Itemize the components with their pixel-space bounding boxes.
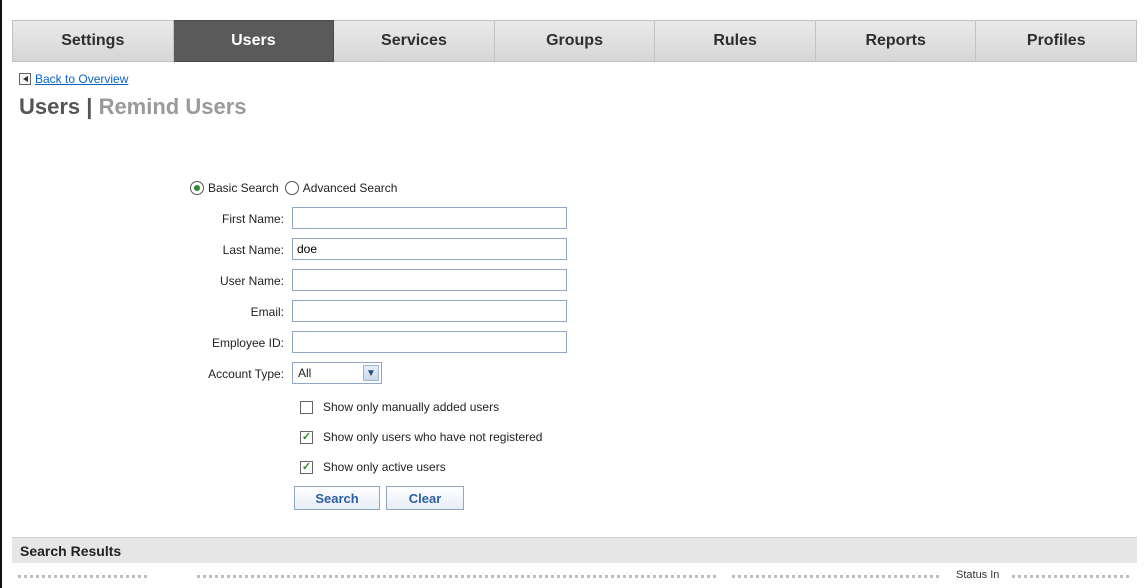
not-registered-label[interactable]: Show only users who have not registered — [323, 430, 542, 444]
blurred-column-header — [732, 575, 942, 578]
status-column-header[interactable]: Status In — [956, 569, 999, 581]
advanced-search-radio[interactable] — [284, 181, 299, 195]
page-title-sub: Remind Users — [98, 94, 247, 119]
page-title: Users | Remind Users — [19, 94, 247, 120]
blurred-column-header — [1012, 575, 1132, 578]
email-input[interactable] — [292, 300, 567, 322]
last-name-input[interactable] — [292, 238, 567, 260]
tab-profiles[interactable]: Profiles — [976, 20, 1138, 62]
search-results-header: Search Results — [12, 537, 1137, 563]
left-border — [0, 0, 2, 588]
tab-groups[interactable]: Groups — [494, 20, 656, 62]
first-name-input[interactable] — [292, 207, 567, 229]
basic-search-radio[interactable] — [190, 181, 204, 195]
email-label: Email: — [250, 305, 284, 319]
active-users-checkbox[interactable]: ✓ — [300, 460, 313, 474]
tab-users[interactable]: Users — [173, 20, 335, 62]
chevron-down-icon[interactable]: ▼ — [363, 365, 379, 381]
manual-users-label[interactable]: Show only manually added users — [323, 400, 499, 414]
search-results-title: Search Results — [20, 542, 122, 559]
not-registered-option[interactable]: ✓ Show only users who have not registere… — [300, 430, 542, 444]
back-arrow-icon[interactable] — [19, 73, 31, 85]
blurred-column-header — [197, 575, 717, 578]
employee-id-label: Employee ID: — [211, 336, 284, 350]
tab-settings[interactable]: Settings — [12, 20, 174, 62]
manual-users-option[interactable]: Show only manually added users — [300, 400, 499, 414]
account-type-value: All — [298, 366, 312, 380]
last-name-label: Last Name: — [222, 243, 284, 257]
tab-rules[interactable]: Rules — [655, 20, 816, 62]
account-type-select[interactable]: All ▼ — [292, 362, 382, 384]
search-mode-selector: Basic Search Advanced Search — [190, 181, 403, 195]
employee-id-input[interactable] — [292, 331, 567, 353]
user-name-label: User Name: — [219, 274, 284, 288]
first-name-label: First Name: — [221, 212, 284, 226]
active-users-label[interactable]: Show only active users — [323, 460, 446, 474]
clear-button[interactable]: Clear — [386, 486, 464, 510]
back-to-overview-link[interactable]: Back to Overview — [35, 72, 128, 86]
advanced-search-label[interactable]: Advanced Search — [303, 181, 398, 195]
page-title-main: Users — [19, 94, 81, 119]
page-title-separator: | — [86, 94, 93, 119]
basic-search-label[interactable]: Basic Search — [208, 181, 279, 195]
not-registered-checkbox[interactable]: ✓ — [300, 430, 313, 444]
blurred-column-header — [18, 575, 148, 578]
account-type-label: Account Type: — [208, 367, 284, 381]
search-button[interactable]: Search — [294, 486, 380, 510]
tab-reports[interactable]: Reports — [815, 20, 977, 62]
main-tab-bar: Settings Users Services Groups Rules Rep… — [12, 20, 1138, 62]
tab-services[interactable]: Services — [334, 20, 495, 62]
back-to-overview[interactable]: Back to Overview — [19, 72, 128, 86]
search-results-table-header: Status In — [12, 563, 1137, 588]
user-name-input[interactable] — [292, 269, 567, 291]
active-users-option[interactable]: ✓ Show only active users — [300, 460, 446, 474]
manual-users-checkbox[interactable] — [300, 400, 313, 414]
